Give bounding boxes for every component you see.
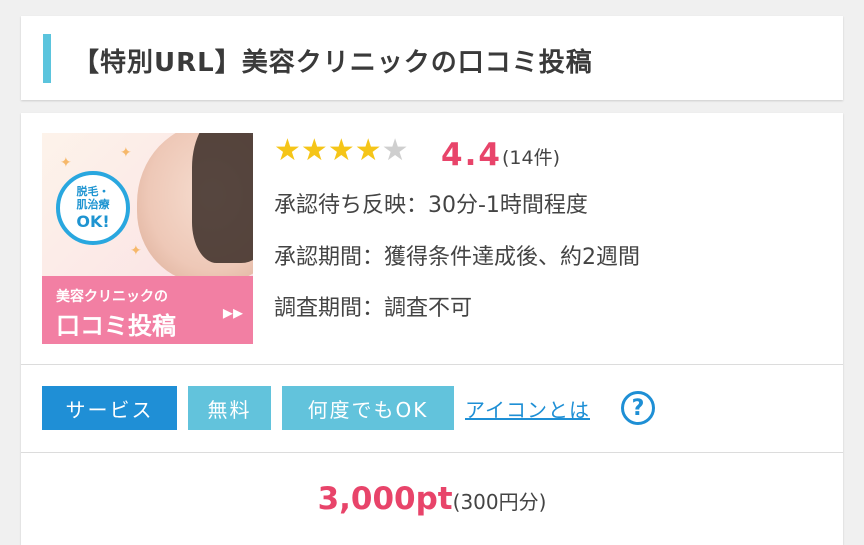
title-card: 【特別URL】美容クリニックの口コミ投稿 bbox=[21, 16, 843, 100]
tag-service: サービス bbox=[42, 386, 177, 430]
survey-period-text: 調査期間：調査不可 bbox=[274, 296, 473, 321]
tag-free: 無料 bbox=[188, 386, 271, 430]
rating-value: 4.4 bbox=[441, 137, 502, 173]
bubble-line: 脱毛・ bbox=[76, 185, 110, 199]
approval-wait-text: 承認待ち反映：30分-1時間程度 bbox=[274, 193, 588, 218]
page-title: 【特別URL】美容クリニックの口コミ投稿 bbox=[73, 48, 593, 78]
question-circle-icon[interactable]: ? bbox=[621, 391, 655, 425]
icon-explanation-link[interactable]: アイコンとは bbox=[465, 394, 590, 423]
star-icon: ★ bbox=[381, 133, 409, 168]
star-icon: ★ bbox=[300, 133, 328, 168]
star-rating: ★ ★ ★ ★ ★ bbox=[274, 135, 409, 167]
sparkle-icon: ✦ bbox=[120, 145, 132, 161]
star-icon: ★ bbox=[327, 133, 355, 168]
double-chevron-right-icon: ▸▸ bbox=[222, 300, 243, 324]
tag-many-times-ok: 何度でもOK bbox=[282, 386, 454, 430]
thumbnail-banner: 美容クリニックの 口コミ投稿 ▸▸ bbox=[42, 276, 253, 344]
star-icon: ★ bbox=[354, 133, 382, 168]
title-accent-bar bbox=[43, 34, 51, 83]
sparkle-icon: ✦ bbox=[60, 155, 72, 171]
bubble-ok: OK! bbox=[76, 211, 110, 231]
review-count: (14件) bbox=[502, 147, 561, 169]
offer-card: ✦ ✦ ✦ 脱毛・ 肌治療 OK! 美容クリニックの 口コミ投稿 ▸▸ ★ ★ ★ ★… bbox=[21, 113, 843, 545]
star-icon: ★ bbox=[274, 133, 301, 168]
divider bbox=[21, 452, 843, 453]
approval-period-text: 承認期間：獲得条件達成後、約2週間 bbox=[274, 245, 640, 270]
thumbnail-bubble: 脱毛・ 肌治療 OK! bbox=[56, 171, 130, 245]
reward-points: 3,000pt bbox=[317, 481, 453, 517]
offer-thumbnail[interactable]: ✦ ✦ ✦ 脱毛・ 肌治療 OK! 美容クリニックの 口コミ投稿 ▸▸ bbox=[42, 133, 253, 344]
bubble-line: 肌治療 bbox=[76, 198, 110, 212]
banner-title: 口コミ投稿 bbox=[56, 312, 176, 340]
divider bbox=[21, 364, 843, 365]
reward: 3,000pt(300円分) bbox=[21, 481, 843, 517]
sparkle-icon: ✦ bbox=[130, 243, 142, 259]
reward-yen: (300円分) bbox=[452, 490, 547, 514]
banner-subtitle: 美容クリニックの bbox=[56, 289, 168, 305]
thumbnail-hair bbox=[192, 133, 253, 263]
